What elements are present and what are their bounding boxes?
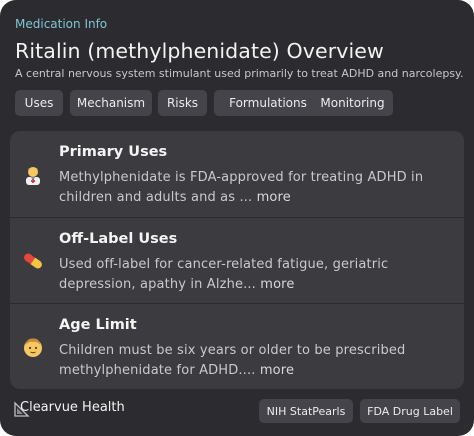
tab-mechanism[interactable]: Mechanism bbox=[70, 90, 152, 116]
tab-uses[interactable]: Uses bbox=[15, 90, 63, 116]
more-link[interactable]: more bbox=[260, 277, 294, 292]
page-subtitle: A central nervous system stimulant used … bbox=[15, 67, 464, 80]
card-kicker: Medication Info bbox=[15, 17, 108, 31]
section-body: Used off-label for cancer-related fatigu… bbox=[59, 255, 455, 294]
section-primary-uses: Primary Uses Methylphenidate is FDA-appr… bbox=[10, 131, 464, 217]
more-link[interactable]: more bbox=[257, 190, 291, 205]
section-body-text: Used off-label for cancer-related fatigu… bbox=[59, 257, 389, 292]
tab-formulations[interactable]: Formulations bbox=[214, 90, 322, 116]
section-body-text: Methylphenidate is FDA-approved for trea… bbox=[59, 170, 424, 205]
brand-name: Clearvue Health bbox=[20, 400, 125, 415]
pill-icon bbox=[24, 253, 42, 269]
section-title: Off-Label Uses bbox=[59, 231, 178, 247]
medication-info-card: Medication Info Ritalin (methylphenidate… bbox=[0, 0, 474, 436]
health-worker-icon bbox=[26, 167, 40, 185]
tab-monitoring[interactable]: Monitoring bbox=[312, 90, 393, 116]
source-fda-label-button[interactable]: FDA Drug Label bbox=[360, 399, 460, 423]
section-title: Age Limit bbox=[59, 317, 137, 333]
tab-risks[interactable]: Risks bbox=[158, 90, 207, 116]
more-link[interactable]: more bbox=[260, 363, 294, 378]
section-body: Children must be six years or older to b… bbox=[59, 341, 455, 380]
info-sections-panel: Primary Uses Methylphenidate is FDA-appr… bbox=[10, 131, 464, 389]
section-body-text: Children must be six years or older to b… bbox=[59, 343, 406, 378]
section-off-label-uses: Off-Label Uses Used off-label for cancer… bbox=[10, 217, 464, 303]
section-age-limit: Age Limit Children must be six years or … bbox=[10, 303, 464, 389]
section-body: Methylphenidate is FDA-approved for trea… bbox=[59, 168, 455, 207]
section-title: Primary Uses bbox=[59, 144, 168, 160]
child-face-icon bbox=[24, 338, 42, 357]
page-title: Ritalin (methylphenidate) Overview bbox=[15, 39, 384, 63]
source-nih-statpearls-button[interactable]: NIH StatPearls bbox=[259, 399, 353, 423]
